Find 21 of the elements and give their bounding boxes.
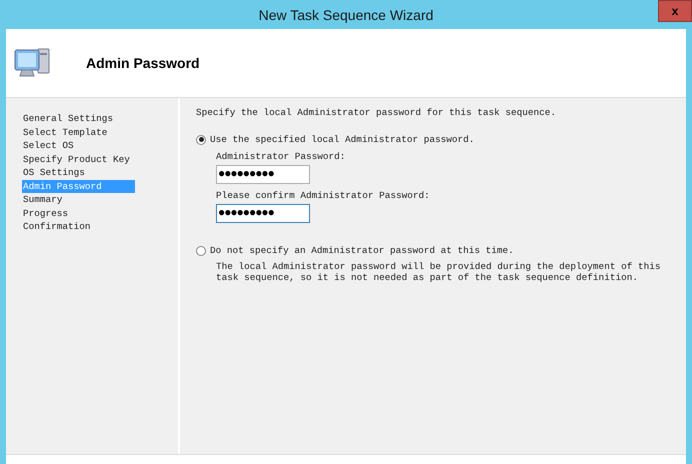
radio-button[interactable] <box>196 246 206 256</box>
field-label: Administrator Password: <box>216 151 346 162</box>
close-button[interactable]: x <box>658 0 692 22</box>
radio-label[interactable]: Use the specified local Administrator password. <box>210 134 474 145</box>
wizard-step[interactable]: Select Template <box>22 126 135 139</box>
wizard-step[interactable]: General Settings <box>22 112 135 126</box>
password-field[interactable]: ●●●●●●●●● <box>216 165 310 184</box>
page-title: Admin Password <box>86 55 200 71</box>
window-title: New Task Sequence Wizard <box>258 6 434 22</box>
password-field[interactable]: ●●●●●●●●● <box>216 204 310 223</box>
field-label: Please confirm Administrator Password: <box>216 190 431 201</box>
wizard-step[interactable]: Confirmation <box>22 220 135 234</box>
wizard-step[interactable]: Specify Product Key <box>22 152 135 166</box>
wizard-step[interactable]: Summary <box>22 193 135 206</box>
radio-button[interactable] <box>196 134 206 144</box>
wizard-step[interactable]: OS Settings <box>22 166 135 180</box>
wizard-step[interactable]: Progress <box>22 206 135 220</box>
note-text: The local Administrator password will be provided during the deployment of this task sequence, so it is not needed as part of the task sequence definition. <box>215 261 662 283</box>
wizard-step[interactable]: Select OS <box>22 139 135 152</box>
radio-label[interactable]: Do not specify an Administrator password at this time. <box>210 245 514 256</box>
instruction-text: Specify the local Administrator password for this task sequence. <box>196 107 558 118</box>
